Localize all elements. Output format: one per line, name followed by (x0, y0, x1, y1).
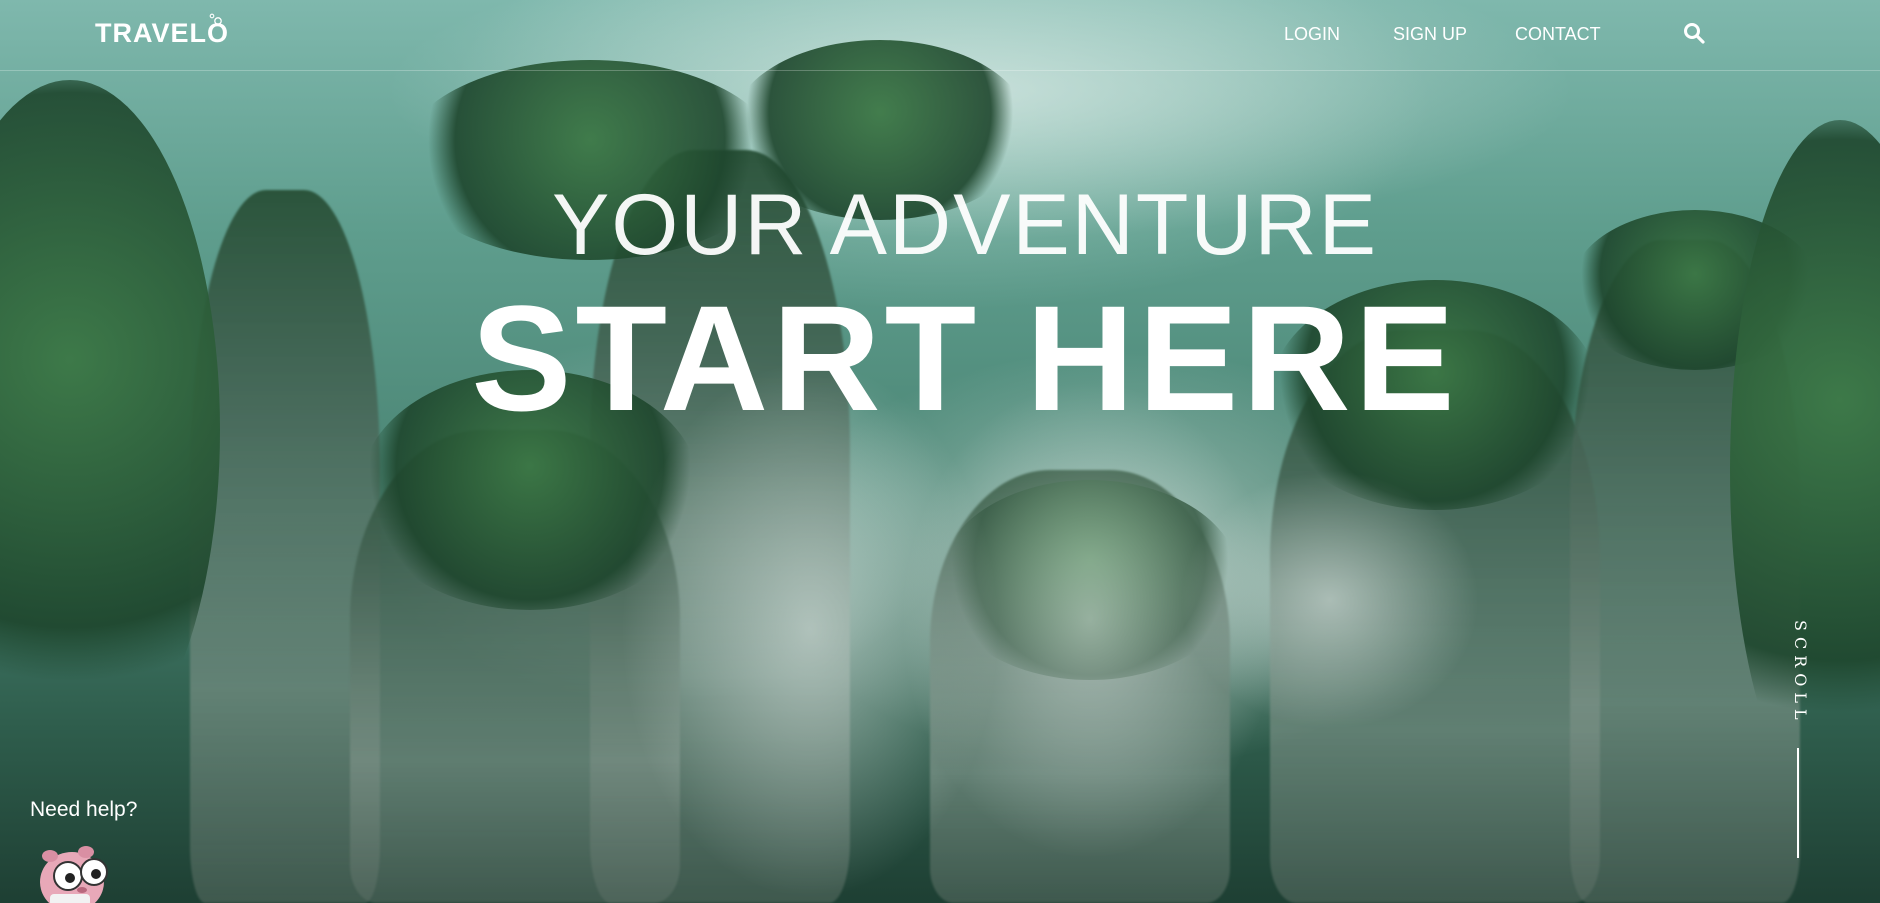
search-icon[interactable] (1683, 22, 1705, 44)
hero-headline: START HERE (471, 274, 1459, 442)
help-mascot-icon[interactable] (30, 822, 120, 903)
mist-layer (1180, 470, 1480, 730)
nav-login-link[interactable]: LOGIN (1284, 24, 1340, 45)
hero-subheadline: YOUR ADVENTURE (551, 177, 1379, 273)
help-prompt-label[interactable]: Need help? (30, 798, 137, 822)
hero-section: TRAVELO LOGIN SIGN UP CONTACT YOUR ADVEN… (0, 0, 1880, 903)
scroll-indicator-line (1797, 748, 1799, 858)
scroll-indicator-label[interactable]: SCROLL (1780, 620, 1810, 740)
nav-signup-link[interactable]: SIGN UP (1393, 24, 1467, 45)
logo-bubbles-icon (209, 13, 222, 25)
nav-contact-link[interactable]: CONTACT (1515, 24, 1601, 45)
top-navigation-bar: TRAVELO LOGIN SIGN UP CONTACT (0, 0, 1880, 71)
